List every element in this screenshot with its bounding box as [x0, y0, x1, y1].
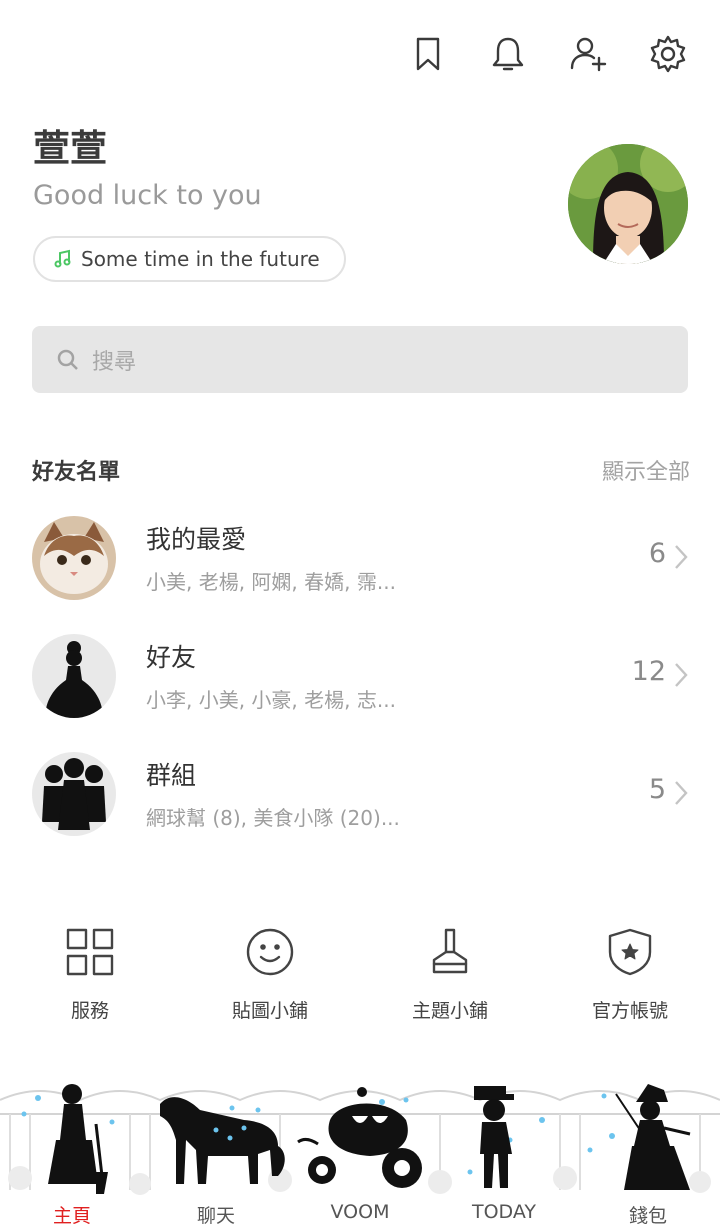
chevron-right-icon	[675, 663, 688, 687]
list-item-name: 好友	[146, 643, 197, 672]
bell-icon[interactable]	[486, 32, 530, 76]
list-item-members: 網球幫 (8), 美食小隊 (20)...	[146, 806, 400, 830]
bookmark-icon[interactable]	[406, 32, 450, 76]
bottom-navigation: 主頁 聊天 VOOM TODAY 錢包	[0, 1080, 720, 1232]
list-item-name: 群組	[146, 761, 197, 790]
services-row: 服務 貼圖小鋪 主題小鋪 官方帳號	[0, 926, 720, 1036]
top-toolbar	[406, 32, 690, 76]
tab-home[interactable]: 主頁	[0, 1201, 144, 1228]
list-item-count: 5	[648, 774, 666, 805]
search-icon	[57, 349, 78, 370]
music-title: Some time in the future	[81, 247, 320, 271]
service-services[interactable]: 服務	[0, 926, 180, 1036]
shield-star-icon	[608, 928, 652, 976]
service-label: 貼圖小鋪	[231, 1000, 308, 1022]
music-note-icon	[54, 249, 71, 268]
list-item-members: 小美, 老楊, 阿嫻, 春嬌, 霈...	[146, 570, 396, 594]
show-all-link[interactable]: 顯示全部	[602, 454, 690, 486]
tab-wallet[interactable]: 錢包	[576, 1201, 720, 1228]
grid-icon	[66, 928, 114, 976]
list-item-count: 6	[648, 538, 666, 569]
search-bar[interactable]: 搜尋	[32, 326, 688, 393]
service-label: 服務	[70, 1000, 109, 1022]
service-sticker-shop[interactable]: 貼圖小鋪	[180, 926, 360, 1036]
group-avatar	[32, 752, 116, 836]
list-item-members: 小李, 小美, 小豪, 老楊, 志...	[146, 688, 396, 712]
profile-name[interactable]: 萱萱	[33, 118, 107, 172]
chevron-right-icon	[675, 545, 688, 569]
profile-avatar[interactable]	[568, 144, 688, 264]
chevron-right-icon	[675, 781, 688, 805]
list-item-favorites[interactable]: 我的最愛 小美, 老楊, 阿嫻, 春嬌, 霈... 6	[0, 516, 720, 616]
service-label: 官方帳號	[591, 1000, 668, 1022]
cat-avatar	[32, 516, 116, 600]
friends-section-title: 好友名單	[32, 460, 121, 485]
tab-chats[interactable]: 聊天	[144, 1201, 288, 1228]
add-friend-icon[interactable]	[566, 32, 610, 76]
brush-icon	[432, 928, 468, 974]
list-item-friends[interactable]: 好友 小李, 小美, 小豪, 老楊, 志... 12	[0, 634, 720, 734]
service-theme-shop[interactable]: 主題小鋪	[360, 926, 540, 1036]
tab-voom[interactable]: VOOM	[288, 1201, 432, 1228]
tab-bar: 主頁 聊天 VOOM TODAY 錢包	[0, 1201, 720, 1228]
list-item-name: 我的最愛	[146, 525, 247, 554]
gear-icon[interactable]	[646, 32, 690, 76]
list-item-count: 12	[631, 656, 666, 687]
list-item-groups[interactable]: 群組 網球幫 (8), 美食小隊 (20)... 5	[0, 752, 720, 852]
profile-music-button[interactable]: Some time in the future	[33, 236, 346, 282]
search-placeholder: 搜尋	[92, 349, 137, 375]
profile-status[interactable]: Good luck to you	[33, 180, 262, 211]
service-official-accounts[interactable]: 官方帳號	[540, 926, 720, 1036]
princess-avatar	[32, 634, 116, 718]
tab-today[interactable]: TODAY	[432, 1201, 576, 1228]
service-label: 主題小鋪	[411, 1000, 488, 1022]
smiley-icon	[246, 928, 294, 976]
